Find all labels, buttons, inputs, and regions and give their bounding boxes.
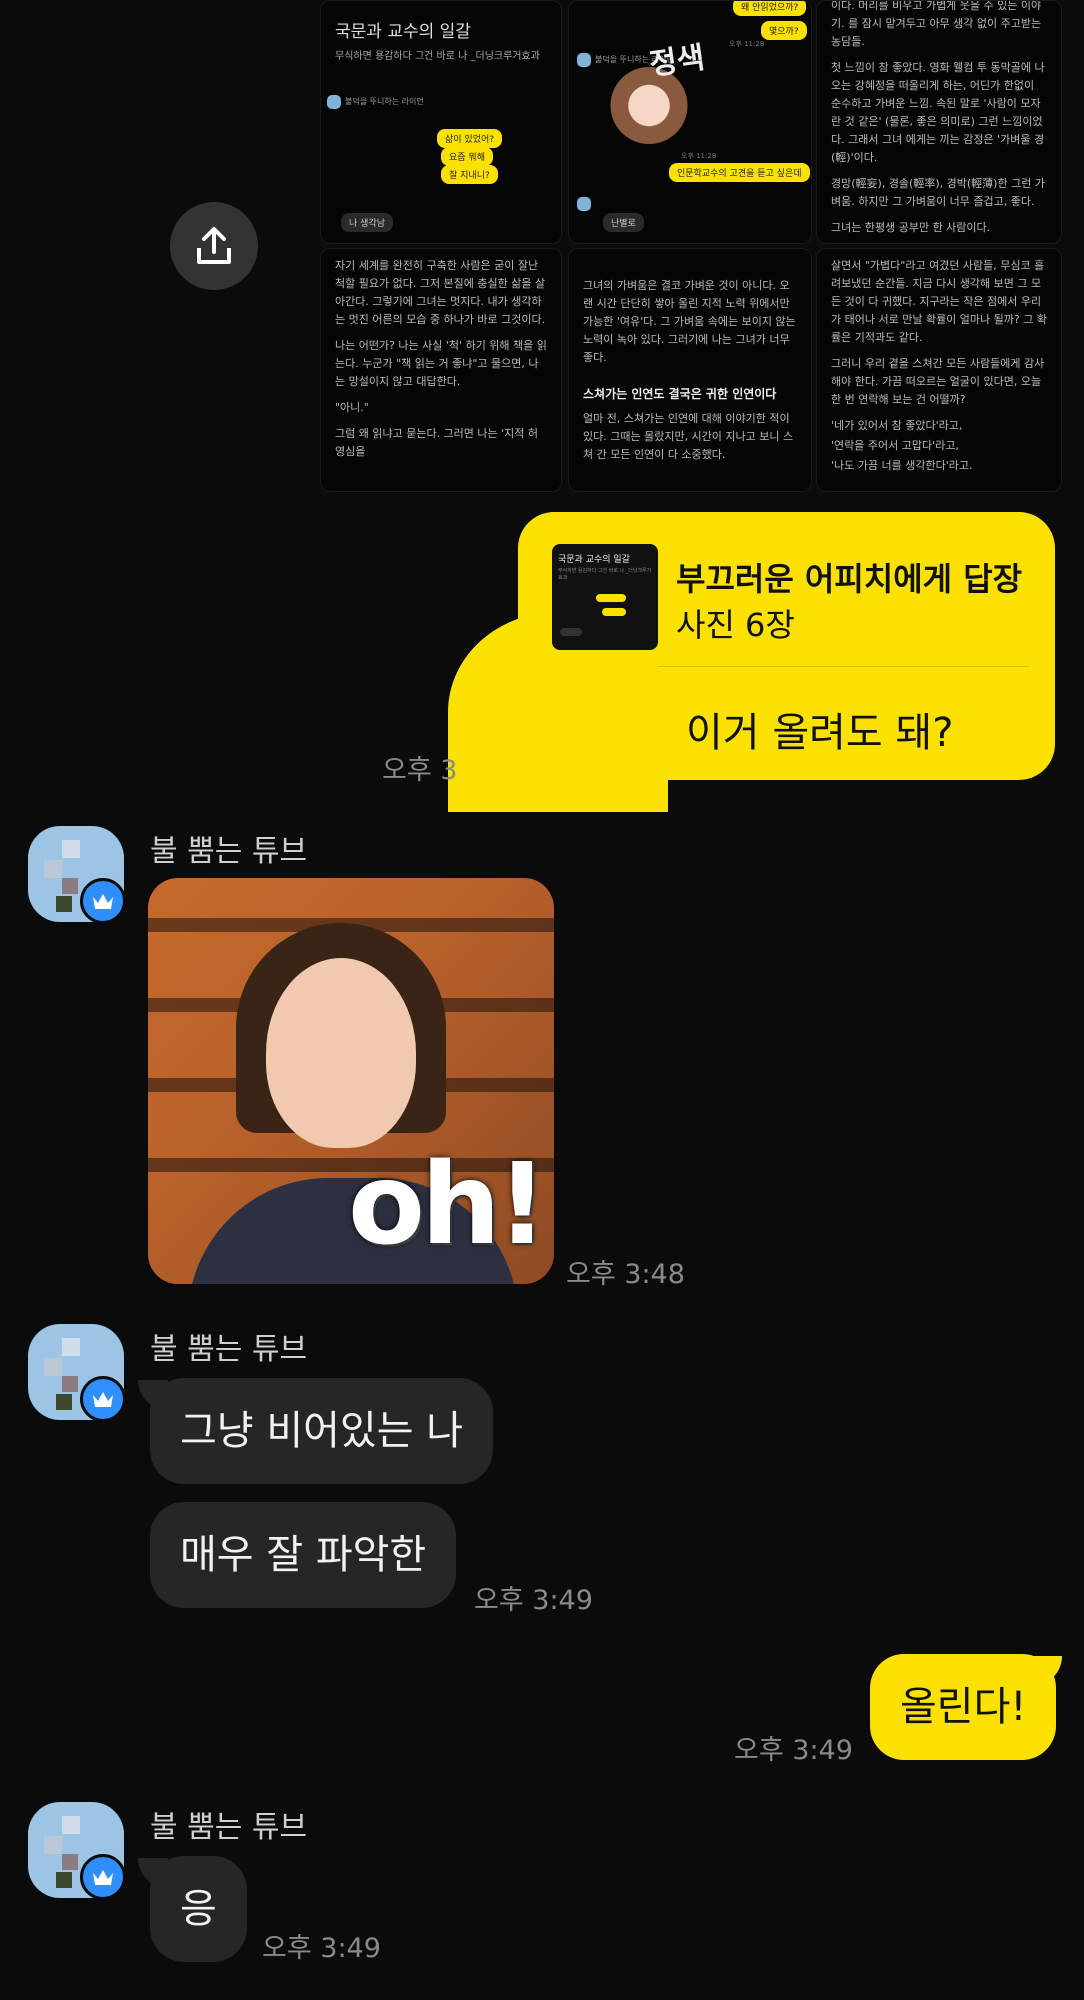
message-bubble[interactable]: 응 bbox=[150, 1856, 247, 1962]
photo-text: 살면서 "가볍다"라고 여겼던 사람들, 무심코 흘려보냈던 순간들. 지금 다… bbox=[831, 259, 1047, 344]
mini-dark-bubble: 난별로 bbox=[603, 213, 644, 232]
mini-bubble: 몇으까? bbox=[761, 21, 807, 40]
photo-heading: 스쳐가는 인연도 결국은 귀한 인연이다 bbox=[583, 387, 777, 401]
sender-name: 불 뿜는 튜브 bbox=[150, 1810, 308, 1845]
photo-title: 국문과 교수의 일갈 bbox=[335, 22, 471, 42]
mini-time: 오후 11:28 bbox=[729, 40, 765, 48]
photo-text: 경망(輕妄), 경솔(輕率), 경박(輕薄)한 그런 가벼움. 하지만 그 가벼… bbox=[831, 177, 1045, 208]
photo-text: '네가 있어서 참 좋았다'라고, bbox=[831, 419, 963, 432]
mini-avatar bbox=[327, 95, 341, 109]
thumbnail-subtitle: 무식하면 용감하다 그건 바로 나 _더닝크루거효과 bbox=[558, 568, 652, 581]
share-button[interactable] bbox=[170, 202, 258, 290]
reply-message-text: 이거 올려도 돼? bbox=[686, 710, 954, 756]
album-photo-4[interactable]: 자기 세계를 완전히 구축한 사람은 굳이 잘난 척할 필요가 없다. 그저 본… bbox=[320, 248, 562, 492]
album-photo-2[interactable]: 왜 안읽었으까? 몇으까? 오후 11:28 불덕을 뚜니하는 라이언 정색 오… bbox=[568, 0, 812, 244]
sticker-text: 정색 bbox=[647, 40, 707, 83]
mini-time: 오후 11:28 bbox=[681, 152, 717, 160]
album-photo-6[interactable]: 살면서 "가볍다"라고 여겼던 사람들, 무심코 흘려보냈던 순간들. 지금 다… bbox=[816, 248, 1062, 492]
message-time: 오후 3:49 bbox=[474, 1585, 593, 1616]
photo-text: '나도 가끔 너를 생각한다'라고. bbox=[831, 459, 973, 472]
photo-text: 그럼 왜 읽냐고 묻는다. 그러면 나는 '지적 허영심을 bbox=[335, 427, 539, 458]
reply-thumbnail[interactable]: 국문과 교수의 일갈 무식하면 용감하다 그건 바로 나 _더닝크루거효과 bbox=[552, 544, 658, 650]
shared-photo-album[interactable]: 국문과 교수의 일갈 무식하면 용감하다 그건 바로 나 _더닝크루거효과 불덕… bbox=[320, 0, 1062, 492]
sender-name: 불 뿜는 튜브 bbox=[150, 1332, 308, 1367]
photo-text: 자기 세계를 완전히 구축한 사람은 굳이 잘난 척할 필요가 없다. 그저 본… bbox=[335, 259, 546, 326]
crown-badge-icon bbox=[80, 1376, 126, 1422]
photo-text: 나는 어떤가? 나는 사실 '척' 하기 위해 책을 읽는다. 누군가 "책 읽… bbox=[335, 339, 547, 388]
reply-divider bbox=[658, 666, 1029, 667]
photo-subtitle: 무식하면 용감하다 그건 바로 나 _더닝크루거효과 bbox=[335, 51, 540, 62]
my-message-bubble[interactable]: 올린다! bbox=[870, 1654, 1057, 1760]
message-time: 오후 3:49 bbox=[262, 1933, 381, 1964]
message-time: 오후 3:48 bbox=[566, 1259, 685, 1290]
album-photo-5[interactable]: 그녀의 가벼움은 결코 가벼운 것이 아니다. 오랜 시간 단단히 쌓아 올린 … bbox=[568, 248, 812, 492]
mini-bubble: 잘 지내니? bbox=[441, 165, 498, 184]
mini-dark-bubble: 나 생각남 bbox=[341, 213, 393, 232]
sticker-caption: oh! bbox=[348, 1140, 548, 1270]
sender-name: 불 뿜는 튜브 bbox=[150, 834, 308, 869]
mini-avatar bbox=[577, 53, 591, 67]
mini-bubble: 왜 안읽었으까? bbox=[733, 1, 807, 16]
reply-message-bubble[interactable]: 국문과 교수의 일갈 무식하면 용감하다 그건 바로 나 _더닝크루거효과 부끄… bbox=[518, 512, 1055, 780]
message-bubble[interactable]: 매우 잘 파악한 bbox=[150, 1502, 457, 1608]
photo-text: '연락을 주어서 고맙다'라고, bbox=[831, 439, 959, 452]
photo-text: 그녀의 가벼움은 결코 가벼운 것이 아니다. 오랜 시간 단단히 쌓아 올린 … bbox=[583, 279, 796, 364]
message-time: 오후 3 bbox=[382, 755, 458, 786]
photo-text: "아니." bbox=[335, 401, 369, 414]
photo-text: 얼마 전, 스쳐가는 인연에 대해 이야기한 적이 있다. 그때는 몰랐지만, … bbox=[583, 412, 794, 461]
album-photo-3[interactable]: 이다. 머리를 비우고 가볍게 웃을 수 있는 이야기. 를 잠시 맡겨두고 아… bbox=[816, 0, 1062, 244]
mini-bubble: 인문학교수의 고견을 듣고 싶은데 bbox=[669, 163, 810, 182]
photo-text: 그러니 우리 곁을 스쳐간 모든 사람들에게 감사해야 한다. 가끔 떠오르는 … bbox=[831, 357, 1045, 406]
reply-photo-count: 사진 6장 bbox=[676, 606, 795, 644]
mini-avatar bbox=[577, 197, 591, 211]
photo-text: 이다. 머리를 비우고 가볍게 웃을 수 있는 이야기. 를 잠시 맡겨두고 아… bbox=[831, 0, 1042, 48]
photo-text: 첫 느낌이 참 좋았다. 영화 웰컴 투 동막골에 나오는 강혜정을 떠올리게 … bbox=[831, 61, 1045, 164]
thumbnail-title: 국문과 교수의 일갈 bbox=[558, 555, 630, 565]
sticker-image[interactable]: oh! bbox=[148, 878, 554, 1284]
mini-bubble: 요즘 뭐해 bbox=[441, 147, 493, 166]
mini-bubble: 삶이 있었어? bbox=[437, 129, 503, 148]
album-photo-1[interactable]: 국문과 교수의 일갈 무식하면 용감하다 그건 바로 나 _더닝크루거효과 불덕… bbox=[320, 0, 562, 244]
reply-to-label: 부끄러운 어피치에게 답장 bbox=[676, 560, 1023, 598]
message-bubble[interactable]: 그냥 비어있는 나 bbox=[150, 1378, 494, 1484]
crown-badge-icon bbox=[80, 878, 126, 924]
photo-text: 그녀는 한평생 공부만 한 사람이다. bbox=[831, 221, 991, 234]
crown-badge-icon bbox=[80, 1854, 126, 1900]
person-face bbox=[266, 958, 416, 1148]
mini-sender-name: 불덕을 뚜니하는 라이언 bbox=[345, 97, 424, 106]
message-time: 오후 3:49 bbox=[734, 1735, 853, 1766]
share-upload-icon bbox=[197, 227, 231, 264]
